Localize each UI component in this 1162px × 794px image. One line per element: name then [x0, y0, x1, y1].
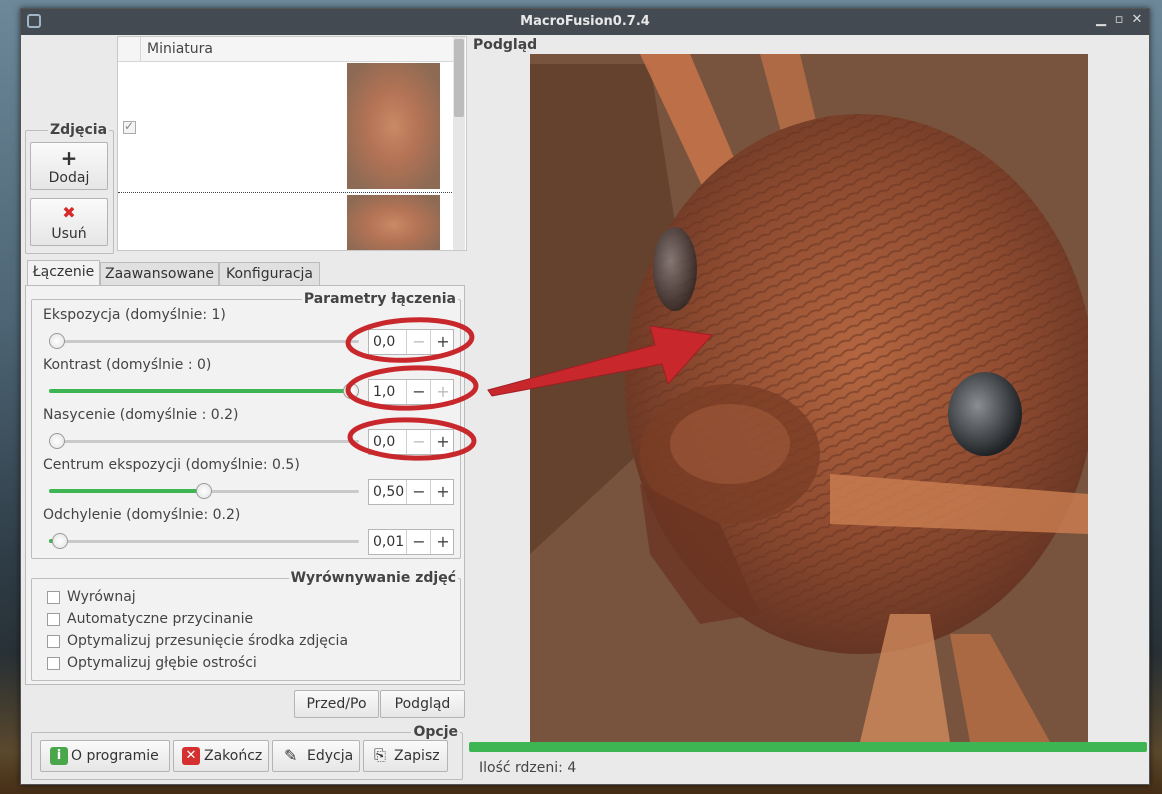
- annotation-ellipse: [345, 365, 479, 411]
- annotation-arrow: [487, 325, 713, 397]
- annotation-ellipse: [345, 317, 475, 363]
- annotation-overlay: [345, 317, 713, 461]
- annotation-ellipse: [347, 417, 477, 461]
